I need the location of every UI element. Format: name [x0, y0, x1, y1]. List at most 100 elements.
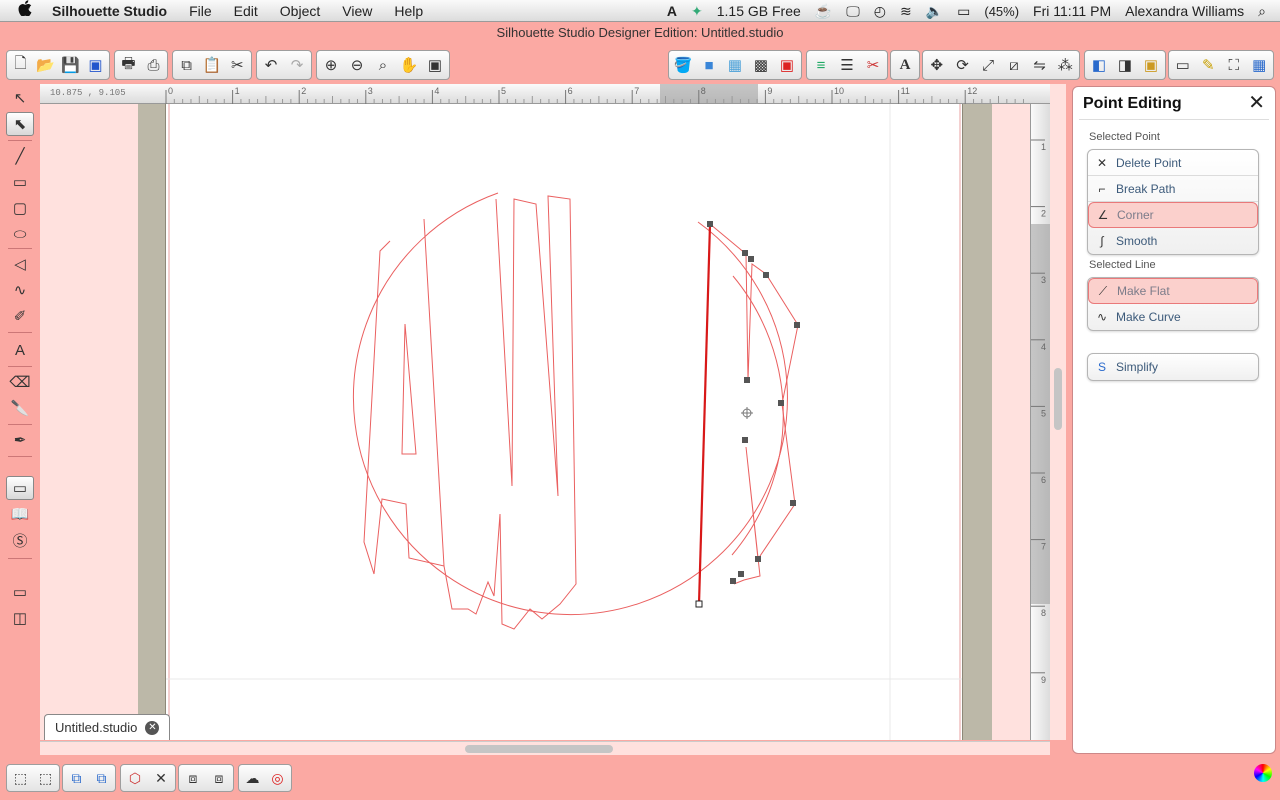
save-library-icon[interactable]: ▣	[84, 53, 107, 77]
user-name[interactable]: Alexandra Williams	[1125, 3, 1244, 19]
rectangle-tool-icon[interactable]: ▭	[6, 170, 34, 194]
new-document-icon[interactable]: 🗋	[9, 53, 32, 77]
split-view-icon[interactable]: ◫	[6, 606, 34, 630]
horizontal-scroll-thumb[interactable]	[465, 745, 613, 753]
text-tool-icon[interactable]: A	[6, 338, 34, 362]
line-width-icon[interactable]: ☰	[835, 53, 859, 77]
make-curve-button[interactable]: ∿ Make Curve	[1088, 304, 1258, 330]
ellipse-tool-icon[interactable]: ⬭	[6, 222, 34, 246]
fullscreen-icon[interactable]: ⛶	[1222, 53, 1246, 77]
store-icon[interactable]: ◨	[1113, 53, 1137, 77]
menu-help[interactable]: Help	[394, 3, 423, 19]
menu-view[interactable]: View	[342, 3, 372, 19]
smooth-button[interactable]: ∫ Smooth	[1088, 228, 1258, 254]
battery-icon[interactable]: ▭	[957, 3, 970, 20]
library-book-icon[interactable]: 📖	[6, 502, 34, 526]
simplify-button[interactable]: S Simplify	[1088, 354, 1258, 380]
sketch-pen-icon[interactable]: ✎	[1197, 53, 1221, 77]
delete-icon[interactable]: ✕	[149, 766, 173, 790]
menu-file[interactable]: File	[189, 3, 212, 19]
line-color-icon[interactable]: ▣	[775, 53, 799, 77]
make-compound-icon[interactable]: ⧉	[65, 766, 88, 790]
library-icon[interactable]: ◧	[1087, 53, 1111, 77]
shear-icon[interactable]: ⧄	[1002, 53, 1026, 77]
vertical-scrollbar[interactable]	[1050, 84, 1066, 740]
silhouette-store-icon[interactable]: Ⓢ	[6, 528, 34, 552]
group-icon[interactable]: ⬚	[9, 766, 32, 790]
cup-icon[interactable]: ☕	[815, 3, 832, 20]
adobe-icon[interactable]: A	[667, 3, 677, 19]
point-edit-icon[interactable]: ⬉	[6, 112, 34, 136]
print-icon[interactable]: 🖶	[117, 53, 140, 77]
grid-icon[interactable]: ▦	[1248, 53, 1272, 77]
zoom-select-icon[interactable]: ⌕	[371, 53, 395, 77]
break-path-button[interactable]: ⌐ Break Path	[1088, 176, 1258, 202]
rotate-icon[interactable]: ⟳	[951, 53, 975, 77]
copy-icon[interactable]: ⧉	[175, 53, 198, 77]
design-canvas[interactable]: 10.875 , 9.105 0 1 2 3 4 5 6 7 8 9 10 11 12	[40, 84, 1050, 740]
color-wheel-icon[interactable]	[1254, 764, 1272, 782]
send-backward-icon[interactable]: ⧈	[207, 766, 231, 790]
curve-tool-icon[interactable]: ∿	[6, 278, 34, 302]
move-icon[interactable]: ✥	[925, 53, 949, 77]
open-folder-icon[interactable]: 📂	[34, 53, 57, 77]
apple-logo-icon[interactable]	[18, 0, 38, 22]
zoom-in-icon[interactable]: ⊕	[319, 53, 343, 77]
save-icon[interactable]: 💾	[59, 53, 82, 77]
fill-gradient-icon[interactable]: ▦	[723, 53, 747, 77]
clock[interactable]: Fri 11:11 PM	[1033, 3, 1111, 19]
knife-tool-icon[interactable]: 🔪	[6, 396, 34, 420]
time-machine-icon[interactable]: ◴	[874, 3, 886, 20]
make-flat-button[interactable]: ⟋ Make Flat	[1088, 278, 1258, 304]
text-style-icon[interactable]: A	[893, 53, 917, 77]
display-icon[interactable]: 🖵	[846, 3, 860, 20]
eraser-tool-icon[interactable]: ⌫	[6, 370, 34, 394]
menu-edit[interactable]: Edit	[234, 3, 258, 19]
corner-button[interactable]: ∠ Corner	[1088, 202, 1258, 228]
spotlight-icon[interactable]: ⌕	[1258, 3, 1266, 20]
cut-style-icon[interactable]: ✂	[861, 53, 885, 77]
line-style-icon[interactable]: ≡	[809, 53, 833, 77]
app-name-menu[interactable]: Silhouette Studio	[52, 3, 167, 19]
design-page-icon[interactable]: ▭	[6, 476, 34, 500]
paper-sheet[interactable]	[166, 104, 962, 740]
replicate-icon[interactable]: ⁂	[1053, 53, 1077, 77]
memory-icon[interactable]: ✦	[691, 3, 703, 20]
mirror-icon[interactable]: ⇋	[1028, 53, 1052, 77]
line-tool-icon[interactable]: ╱	[6, 144, 34, 168]
redo-icon[interactable]: ↷	[285, 53, 309, 77]
fit-page-icon[interactable]: ▣	[423, 53, 447, 77]
shape-icon[interactable]: ☁	[241, 766, 264, 790]
volume-icon[interactable]: 🔈	[926, 3, 943, 20]
cut-send-icon[interactable]: ⎙	[142, 53, 165, 77]
bring-forward-icon[interactable]: ⧈	[181, 766, 205, 790]
polygon-tool-icon[interactable]: ◁	[6, 252, 34, 276]
menu-object[interactable]: Object	[280, 3, 320, 19]
document-tab[interactable]: Untitled.studio ✕	[44, 714, 170, 740]
weld-icon[interactable]: ⬡	[123, 766, 147, 790]
close-panel-icon[interactable]: ✕	[1248, 93, 1265, 113]
vertical-scroll-thumb[interactable]	[1054, 368, 1062, 430]
page-setup-icon[interactable]: ▭	[1171, 53, 1195, 77]
freehand-tool-icon[interactable]: ✐	[6, 304, 34, 328]
release-compound-icon[interactable]: ⧉	[90, 766, 113, 790]
battery-percent[interactable]: (45%)	[984, 4, 1019, 19]
paste-icon[interactable]: 📋	[200, 53, 223, 77]
horizontal-scrollbar[interactable]	[40, 741, 1050, 755]
zoom-out-icon[interactable]: ⊖	[345, 53, 369, 77]
fill-color-icon[interactable]: ■	[697, 53, 721, 77]
wifi-icon[interactable]: ≋	[900, 3, 912, 20]
select-arrow-icon[interactable]: ↖	[6, 86, 34, 110]
delete-point-button[interactable]: ✕ Delete Point	[1088, 150, 1258, 176]
close-tab-icon[interactable]: ✕	[145, 720, 160, 735]
scale-icon[interactable]: ⤢	[976, 53, 1000, 77]
ungroup-icon[interactable]: ⬚	[34, 766, 57, 790]
trace-icon[interactable]: ▣	[1139, 53, 1163, 77]
rounded-rect-tool-icon[interactable]: ▢	[6, 196, 34, 220]
artwork[interactable]	[166, 104, 962, 740]
offset-icon[interactable]: ◎	[266, 766, 289, 790]
undo-icon[interactable]: ↶	[259, 53, 283, 77]
fill-pattern-icon[interactable]: ▩	[749, 53, 773, 77]
memory-free[interactable]: 1.15 GB Free	[717, 3, 801, 19]
single-view-icon[interactable]: ▭	[6, 580, 34, 604]
